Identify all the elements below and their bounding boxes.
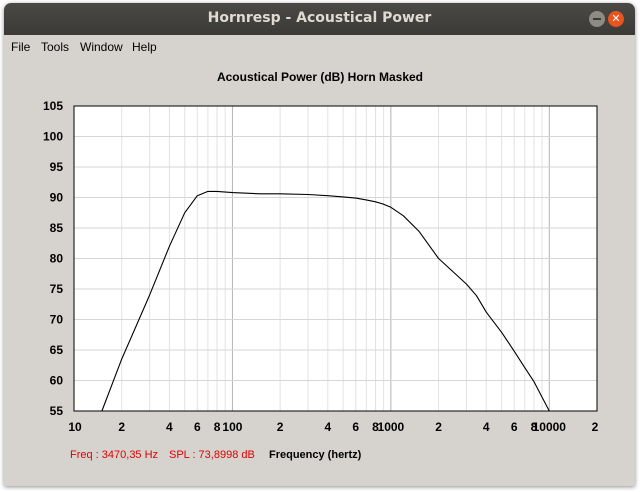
- frequency-readout: Freq : 3470,35 Hz: [70, 449, 159, 461]
- spl-readout: SPL : 73,8998 dB: [169, 449, 255, 461]
- x-tick-label: 6: [352, 420, 359, 434]
- x-tick-label: 10000: [533, 420, 567, 434]
- y-tick-label: 70: [50, 313, 64, 327]
- y-tick-label: 100: [43, 130, 63, 144]
- x-tick-label: 8: [214, 420, 221, 434]
- y-tick-label: 95: [50, 160, 64, 174]
- x-tick-label: 4: [166, 420, 173, 434]
- y-tick-label: 75: [50, 282, 64, 296]
- x-tick-label: 10: [68, 420, 82, 434]
- y-tick-label: 60: [50, 374, 64, 388]
- x-tick-label: 2: [118, 420, 125, 434]
- y-tick-label: 80: [50, 252, 64, 266]
- y-tick-label: 105: [43, 99, 63, 113]
- x-tick-label: 2: [277, 420, 284, 434]
- y-tick-label: 85: [50, 221, 64, 235]
- x-tick-label: 4: [324, 420, 331, 434]
- y-tick-label: 65: [50, 343, 64, 357]
- x-tick-label: 100: [222, 420, 242, 434]
- x-tick-label: 1000: [378, 420, 405, 434]
- x-tick-label: 2: [435, 420, 442, 434]
- x-tick-label: 6: [511, 420, 518, 434]
- chart-svg: 10510095908580757065605510 2 4 6 8 100 2 4 6 8100…: [43, 99, 599, 434]
- x-tick-label: 4: [483, 420, 490, 434]
- x-tick-label: 2: [592, 420, 599, 434]
- x-tick-label: 6: [194, 420, 201, 434]
- x-axis-label: Frequency (hertz): [269, 449, 362, 461]
- y-tick-label: 90: [50, 191, 64, 205]
- y-tick-label: 55: [50, 404, 64, 418]
